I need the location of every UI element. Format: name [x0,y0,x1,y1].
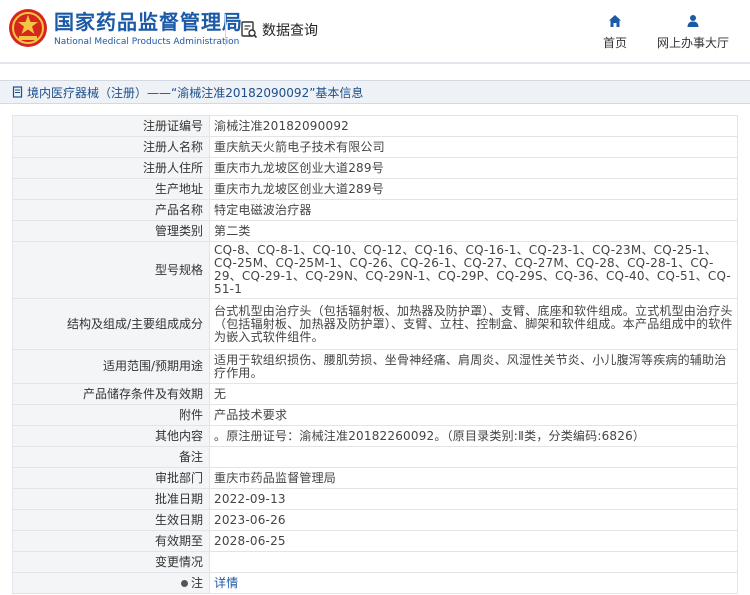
detail-value: 台式机型由治疗头（包括辐射板、加热器及防护罩）、支臂、底座和软件组成。立式机型由… [209,298,738,350]
header-bottom-line [0,62,750,64]
data-query-label: 数据查询 [262,23,318,39]
detail-value: 渝械注准20182090092 [209,115,738,137]
detail-value: 2022-09-13 [209,488,738,510]
detail-value: 第二类 [209,220,738,242]
data-query-link[interactable]: 数据查询 [240,20,318,40]
detail-row: 备注 [12,446,738,468]
detail-value: 。原注册证号：渝械注准20182260092。（原目录类别:Ⅱ类，分类编码:68… [209,425,738,447]
national-emblem-icon[interactable] [8,8,48,48]
detail-row: 变更情况 [12,551,738,573]
breadcrumb-title: 境内医疗器械（注册）——“渝械注准20182090092”基本信息 [27,85,364,100]
details-link[interactable]: 详情 [214,576,238,590]
note-value: 详情 [209,572,738,594]
document-icon [12,86,23,98]
detail-value: 重庆市九龙坡区创业大道289号 [209,178,738,200]
detail-row: 管理类别 第二类 [12,220,738,242]
detail-key: 注册人名称 [12,136,210,158]
detail-value [209,446,738,468]
search-document-icon [241,21,258,39]
detail-key: 管理类别 [12,220,210,242]
note-key-label: 注 [190,575,203,590]
nav-online-hall-label: 网上办事大厅 [656,36,729,50]
detail-value: 适用于软组织损伤、腰肌劳损、坐骨神经痛、肩周炎、风湿性关节炎、小儿腹泻等疾病的辅… [209,349,738,384]
user-icon [687,15,699,27]
detail-key: 附件 [12,404,210,426]
note-key: 注 [12,572,210,594]
detail-row: 附件 产品技术要求 [12,404,738,426]
detail-row: 产品名称 特定电磁波治疗器 [12,199,738,221]
detail-value: 特定电磁波治疗器 [209,199,738,221]
detail-value: 产品技术要求 [209,404,738,426]
detail-row: 结构及组成/主要组成成分 台式机型由治疗头（包括辐射板、加热器及防护罩）、支臂、底… [12,298,738,350]
detail-row: 生效日期 2023-06-26 [12,509,738,531]
detail-row: 批准日期 2022-09-13 [12,488,738,510]
detail-key: 有效期至 [12,530,210,552]
detail-value: CQ-8、CQ-8-1、CQ-10、CQ-12、CQ-16、CQ-16-1、CQ… [209,241,738,299]
home-icon [609,15,621,27]
detail-row: 注册证编号 渝械注准20182090092 [12,115,738,137]
detail-key: 生产地址 [12,178,210,200]
detail-row: 产品储存条件及有效期无 [12,383,738,405]
detail-value: 2028-06-25 [209,530,738,552]
detail-row: 适用范围/预期用途 适用于软组织损伤、腰肌劳损、坐骨神经痛、肩周炎、风湿性关节炎、… [12,349,738,384]
breadcrumb: 境内医疗器械（注册）——“渝械注准20182090092”基本信息 [0,80,750,104]
detail-value: 重庆市九龙坡区创业大道289号 [209,157,738,179]
detail-row: 有效期至 2028-06-25 [12,530,738,552]
note-row: 注详情 [12,572,738,594]
detail-row: 其他内容 。原注册证号：渝械注准20182260092。（原目录类别:Ⅱ类，分类编… [12,425,738,447]
brand[interactable]: 国家药品监督管理局 National Medical Products Admi… [54,10,243,48]
detail-row: 生产地址 重庆市九龙坡区创业大道289号 [12,178,738,200]
detail-key: 审批部门 [12,467,210,489]
pin-icon [180,579,188,587]
detail-key: 生效日期 [12,509,210,531]
detail-key: 注册人住所 [12,157,210,179]
nav-home[interactable]: 首页 [600,14,630,51]
detail-key: 型号规格 [12,241,210,299]
detail-value: 重庆航天火箭电子技术有限公司 [209,136,738,158]
detail-row: 型号规格 CQ-8、CQ-8-1、CQ-10、CQ-12、CQ-16、CQ-16-… [12,241,738,299]
detail-key: 适用范围/预期用途 [12,349,210,384]
detail-row: 注册人名称 重庆航天火箭电子技术有限公司 [12,136,738,158]
detail-key: 批准日期 [12,488,210,510]
site-header: 国家药品监督管理局 National Medical Products Admi… [0,0,750,62]
brand-name-en: National Medical Products Administration [54,37,240,47]
detail-key: 备注 [12,446,210,468]
registration-details-table: 注册证编号 渝械注准20182090092 注册人名称 重庆航天火箭电子技术有限公司注… [12,115,738,594]
detail-key: 结构及组成/主要组成成分 [12,298,210,350]
detail-row: 审批部门 重庆市药品监督管理局 [12,467,738,489]
detail-key: 注册证编号 [12,115,210,137]
detail-value: 无 [209,383,738,405]
detail-row: 注册人住所 重庆市九龙坡区创业大道289号 [12,157,738,179]
brand-name-cn: 国家药品监督管理局 [54,10,243,34]
detail-value: 2023-06-26 [209,509,738,531]
detail-key: 变更情况 [12,551,210,573]
detail-value [209,551,738,573]
nav-online-hall[interactable]: 网上办事大厅 [652,14,734,51]
detail-value: 重庆市药品监督管理局 [209,467,738,489]
detail-key: 产品储存条件及有效期 [12,383,210,405]
nav-home-label: 首页 [602,36,627,50]
detail-key: 其他内容 [12,425,210,447]
detail-key: 产品名称 [12,199,210,221]
header-divider [225,14,226,46]
